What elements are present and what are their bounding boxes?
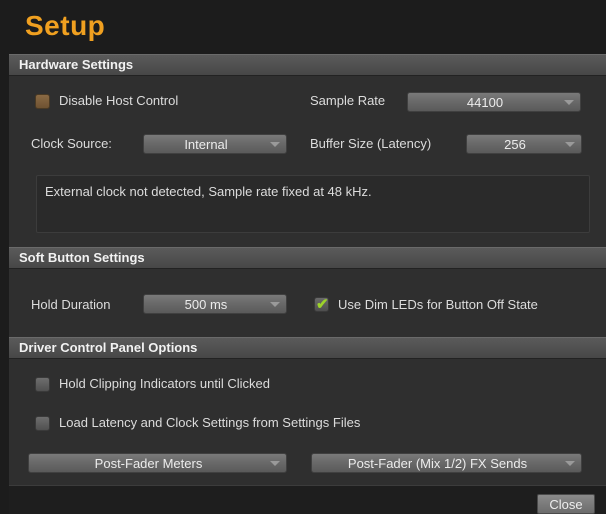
setup-window: Setup Hardware Settings Disable Host Con… [9,8,606,514]
soft-button-settings-title: Soft Button Settings [19,250,145,265]
fx-sends-dropdown[interactable]: Post-Fader (Mix 1/2) FX Sends [311,453,582,473]
hold-clipping-checkbox[interactable] [35,377,50,392]
title-bar: Setup [9,8,606,54]
clock-source-dropdown[interactable]: Internal [143,134,287,154]
hardware-settings-header: Hardware Settings [9,54,606,76]
chevron-down-icon [565,142,575,147]
disable-host-control-checkbox[interactable] [35,94,50,109]
sample-rate-dropdown[interactable]: 44100 [407,92,581,112]
dim-leds-checkbox[interactable]: ✔ [314,296,329,313]
meters-dropdown[interactable]: Post-Fader Meters [28,453,287,473]
clock-status-message: External clock not detected, Sample rate… [45,184,372,199]
hardware-settings-title: Hardware Settings [19,57,134,72]
checkmark-icon: ✔ [316,296,329,313]
buffer-size-label: Buffer Size (Latency) [310,136,432,151]
chevron-down-icon [270,142,280,147]
dim-leds-label: Use Dim LEDs for Button Off State [338,297,538,312]
load-latency-checkbox[interactable] [35,416,50,431]
hold-clipping-label: Hold Clipping Indicators until Clicked [59,376,270,391]
disable-host-control-label: Disable Host Control [59,93,179,108]
hold-duration-label: Hold Duration [31,297,111,312]
chevron-down-icon [270,461,280,466]
hold-duration-dropdown[interactable]: 500 ms [143,294,287,314]
close-button[interactable]: Close [537,494,595,514]
chevron-down-icon [270,302,280,307]
clock-status-message-box: External clock not detected, Sample rate… [36,175,590,233]
clock-source-label: Clock Source: [31,136,112,151]
window-title: Setup [25,10,106,41]
driver-options-header: Driver Control Panel Options [9,337,606,359]
sample-rate-label: Sample Rate [310,93,386,108]
chevron-down-icon [564,100,574,105]
chevron-down-icon [565,461,575,466]
buffer-size-dropdown[interactable]: 256 [466,134,582,154]
soft-button-settings-header: Soft Button Settings [9,247,606,269]
load-latency-label: Load Latency and Clock Settings from Set… [59,415,361,430]
footer-bar [9,485,606,514]
driver-options-title: Driver Control Panel Options [19,340,198,355]
